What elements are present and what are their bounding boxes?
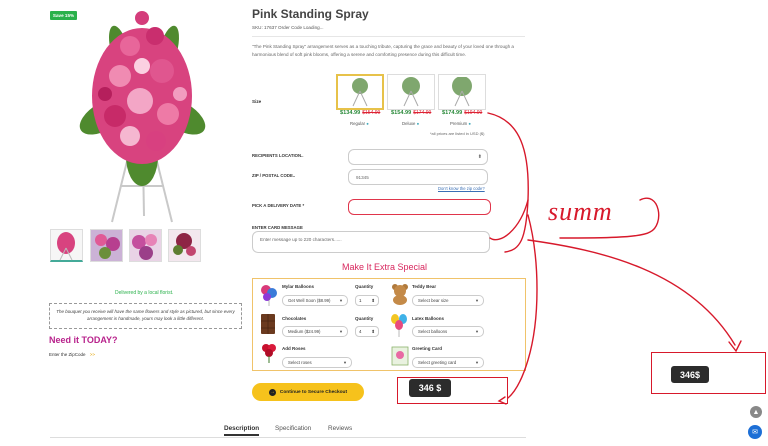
- handwritten-summ: summ: [548, 197, 613, 226]
- total-label-right: 346$: [671, 366, 709, 383]
- total-label-left: 346 $: [409, 379, 451, 397]
- chat-icon[interactable]: ✉: [748, 425, 762, 439]
- scroll-top-icon[interactable]: ▲: [750, 406, 762, 418]
